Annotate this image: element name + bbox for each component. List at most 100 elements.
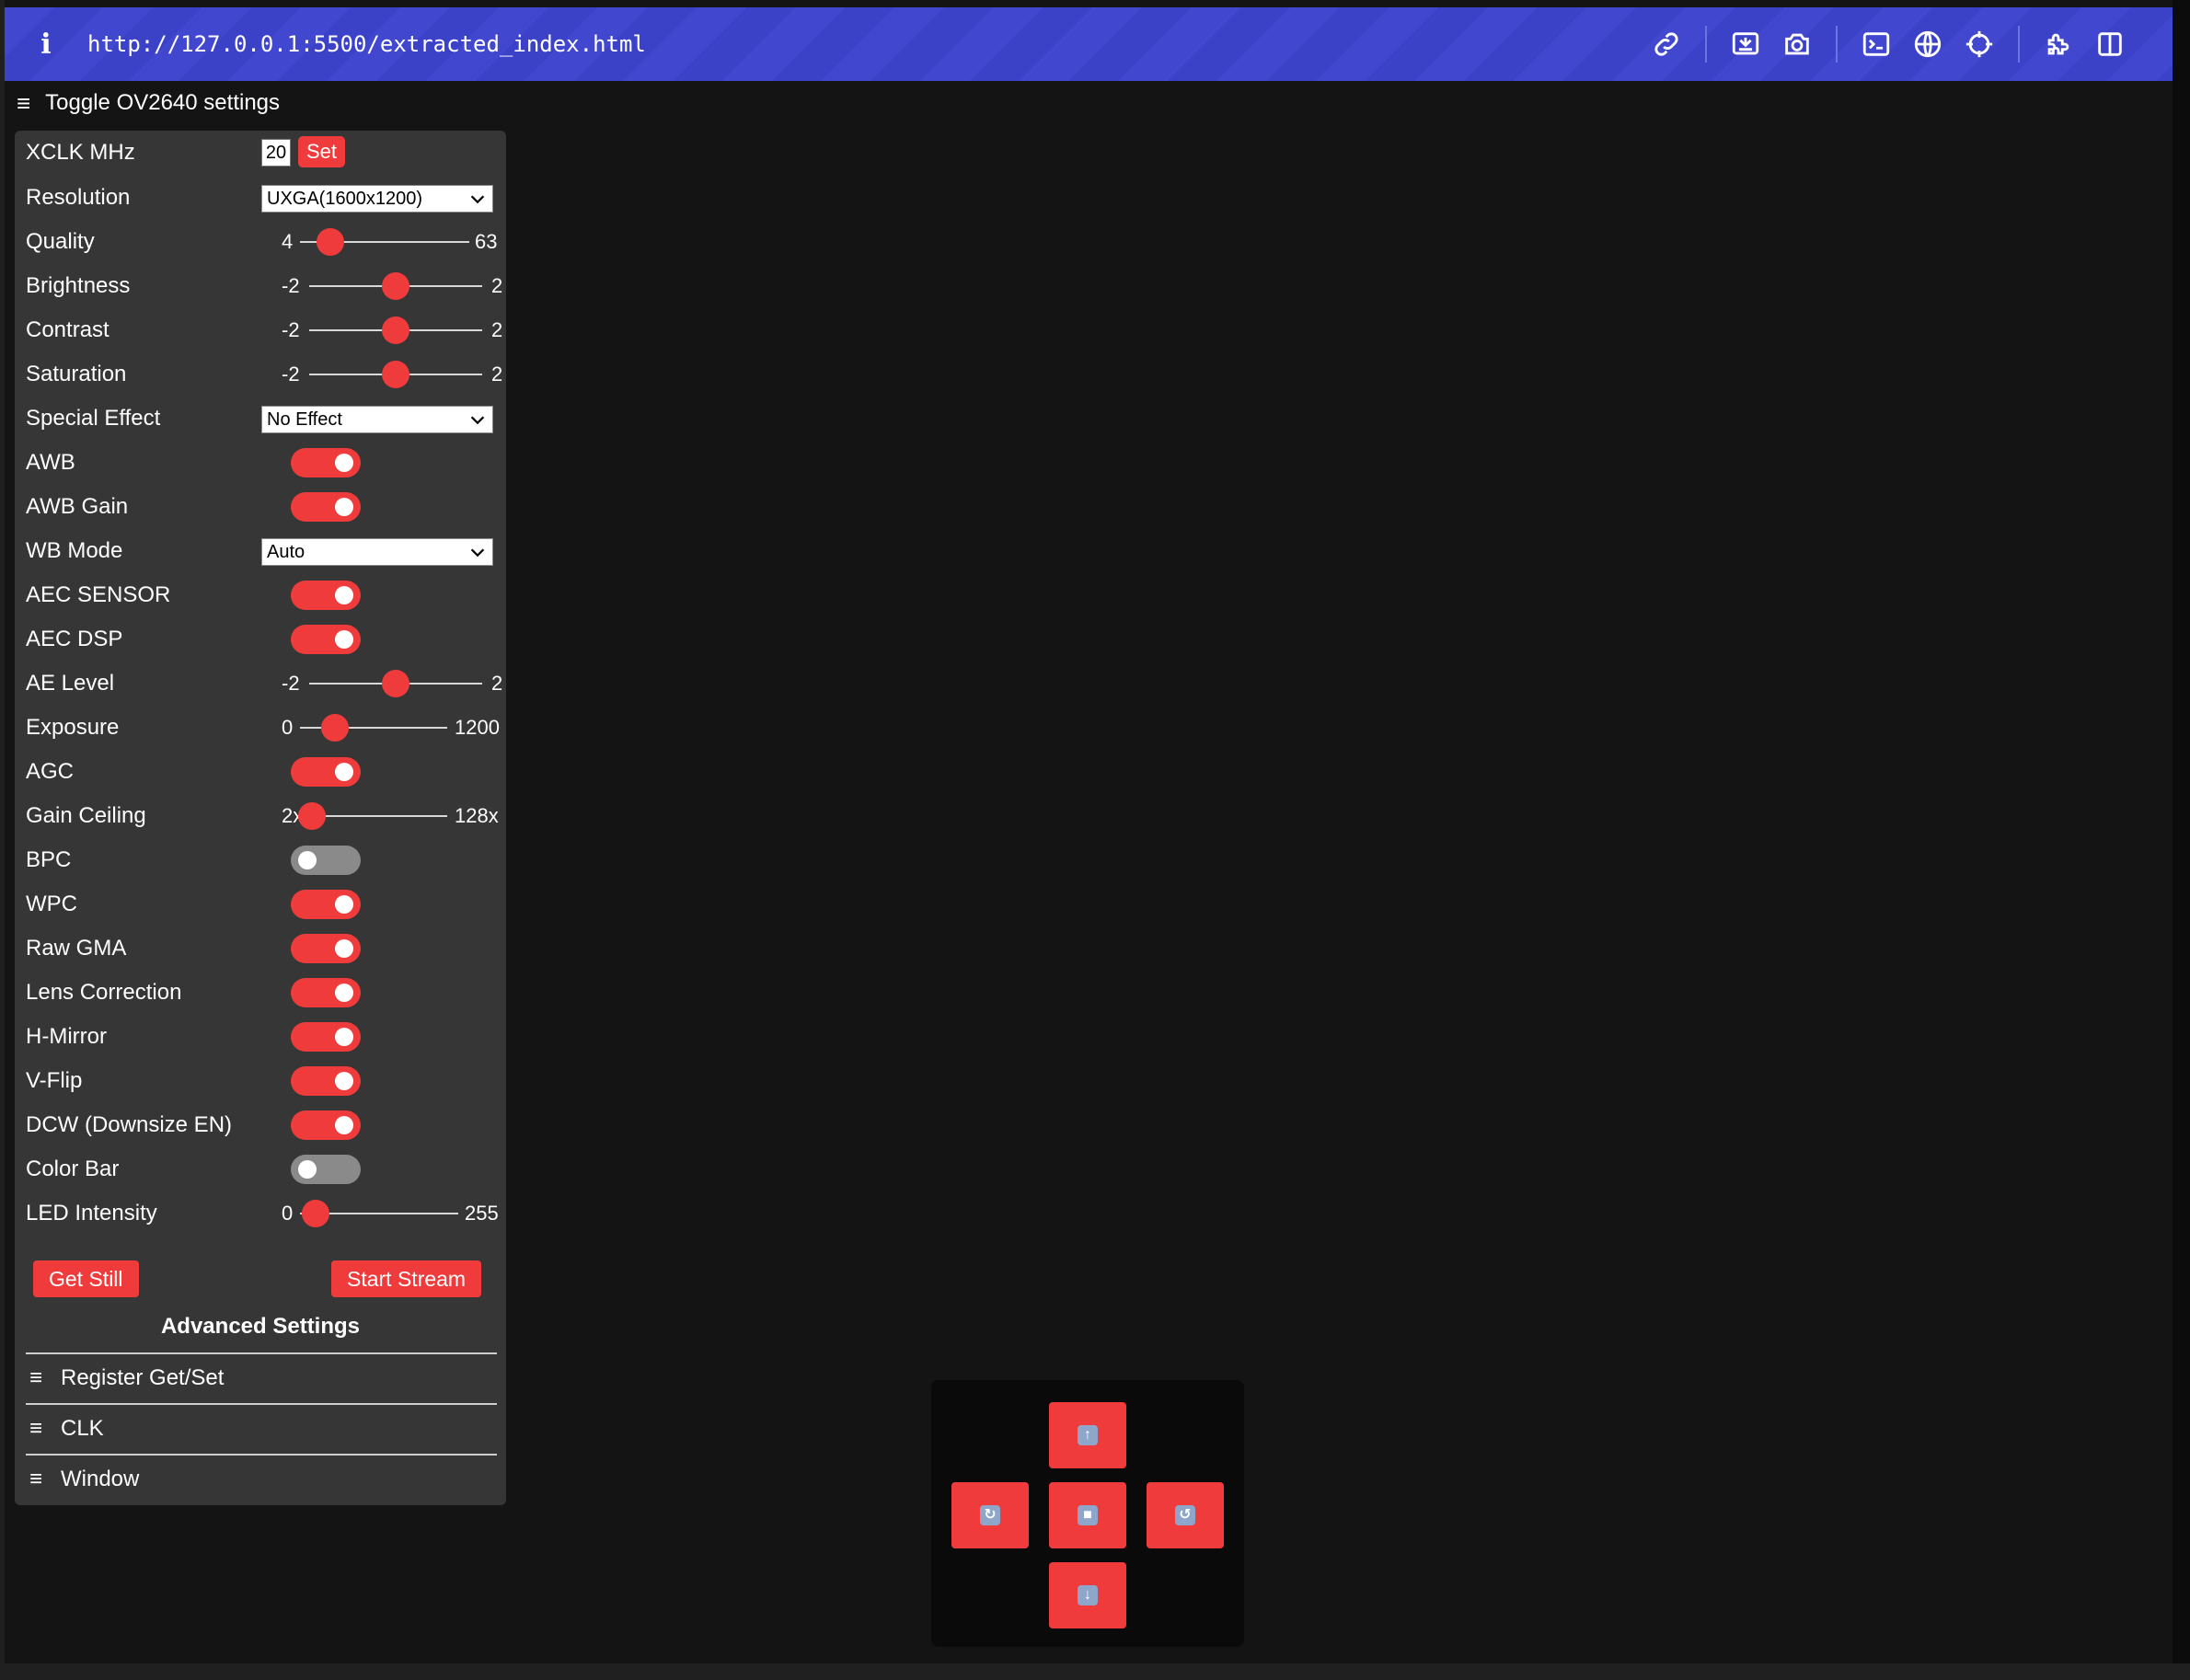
advanced-settings-heading: Advanced Settings bbox=[160, 1314, 361, 1339]
chevron-down-icon bbox=[470, 548, 485, 558]
toggle-settings-button[interactable]: ≡ Toggle OV2640 settings bbox=[17, 90, 280, 116]
raw-gma-toggle[interactable] bbox=[291, 934, 361, 963]
xclk-input[interactable]: 20 bbox=[261, 139, 291, 167]
menu-icon: ≡ bbox=[29, 1416, 43, 1441]
color-bar-label: Color Bar bbox=[26, 1156, 120, 1181]
agc-label: AGC bbox=[26, 759, 75, 784]
start-stream-button[interactable]: Start Stream bbox=[331, 1260, 482, 1297]
resolution-select[interactable]: UXGA(1600x1200) bbox=[261, 185, 493, 213]
rotate-right-button[interactable]: ↺ bbox=[1147, 1482, 1224, 1548]
aec-sensor-toggle[interactable] bbox=[291, 581, 361, 610]
exposure-row: Exposure 0 1200 bbox=[15, 706, 506, 750]
sidebar-icon[interactable] bbox=[2084, 7, 2136, 81]
brightness-min: -2 bbox=[282, 274, 300, 297]
toggle-knob bbox=[335, 1028, 353, 1046]
brightness-label: Brightness bbox=[26, 273, 131, 298]
globe-icon[interactable] bbox=[1902, 7, 1954, 81]
contrast-label: Contrast bbox=[26, 317, 110, 342]
wpc-toggle[interactable] bbox=[291, 890, 361, 919]
resolution-label: Resolution bbox=[26, 185, 131, 210]
special-effect-select[interactable]: No Effect bbox=[261, 406, 493, 433]
toggle-knob bbox=[335, 939, 353, 958]
h-mirror-label: H-Mirror bbox=[26, 1024, 107, 1049]
stop-icon: ■ bbox=[1078, 1505, 1098, 1525]
exposure-slider-thumb[interactable] bbox=[321, 714, 349, 742]
extensions-icon[interactable] bbox=[2033, 7, 2084, 81]
v-flip-toggle[interactable] bbox=[291, 1066, 361, 1096]
awb-gain-toggle[interactable] bbox=[291, 492, 361, 522]
link-icon[interactable] bbox=[1641, 7, 1692, 81]
info-icon[interactable]: i bbox=[5, 29, 87, 61]
raw-gma-label: Raw GMA bbox=[26, 936, 127, 961]
move-down-button[interactable]: ↓ bbox=[1049, 1562, 1126, 1628]
rotate-right-icon: ↺ bbox=[1175, 1505, 1195, 1525]
gain-ceiling-slider-track[interactable] bbox=[309, 815, 447, 817]
clk-toggle[interactable]: ≡ CLK bbox=[26, 1403, 497, 1453]
ae-level-max: 2 bbox=[491, 672, 503, 695]
saturation-slider-thumb[interactable] bbox=[382, 361, 409, 388]
h-mirror-toggle[interactable] bbox=[291, 1022, 361, 1052]
bpc-toggle[interactable] bbox=[291, 846, 361, 875]
quality-min: 4 bbox=[282, 230, 294, 253]
bpc-row: BPC bbox=[15, 838, 506, 882]
window-label: Window bbox=[61, 1467, 140, 1491]
agc-row: AGC bbox=[15, 750, 506, 794]
brightness-row: Brightness -2 2 bbox=[15, 264, 506, 308]
toggle-knob bbox=[335, 1072, 353, 1090]
get-still-button[interactable]: Get Still bbox=[33, 1260, 139, 1297]
aec-sensor-label: AEC SENSOR bbox=[26, 582, 171, 607]
gain-ceiling-slider-thumb[interactable] bbox=[298, 802, 326, 830]
toggle-knob bbox=[298, 851, 317, 869]
dcw-toggle[interactable] bbox=[291, 1110, 361, 1140]
exposure-max: 1200 bbox=[455, 716, 500, 739]
toolbar-divider bbox=[2018, 26, 2020, 63]
ae-level-slider-thumb[interactable] bbox=[382, 670, 409, 697]
window-toggle[interactable]: ≡ Window bbox=[26, 1454, 497, 1503]
special-effect-value: No Effect bbox=[267, 409, 342, 430]
toggle-settings-label: Toggle OV2640 settings bbox=[45, 90, 281, 115]
wb-mode-select[interactable]: Auto bbox=[261, 538, 493, 566]
gain-ceiling-row: Gain Ceiling 2x 128x bbox=[15, 794, 506, 838]
quality-slider-thumb[interactable] bbox=[317, 228, 344, 256]
crosshair-icon[interactable] bbox=[1954, 7, 2005, 81]
v-flip-label: V-Flip bbox=[26, 1068, 83, 1093]
lens-correction-toggle[interactable] bbox=[291, 978, 361, 1007]
led-intensity-row: LED Intensity 0 255 bbox=[15, 1191, 506, 1236]
rotate-left-button[interactable]: ↻ bbox=[951, 1482, 1029, 1548]
saturation-max: 2 bbox=[491, 362, 503, 385]
exposure-label: Exposure bbox=[26, 715, 120, 740]
menu-icon: ≡ bbox=[17, 89, 31, 117]
ae-level-min: -2 bbox=[282, 672, 300, 695]
h-mirror-row: H-Mirror bbox=[15, 1015, 506, 1059]
register-get-set-label: Register Get/Set bbox=[61, 1365, 225, 1390]
resolution-row: Resolution UXGA(1600x1200) bbox=[15, 176, 506, 220]
lens-correction-row: Lens Correction bbox=[15, 971, 506, 1015]
toolbar-divider bbox=[1705, 26, 1707, 63]
color-bar-toggle[interactable] bbox=[291, 1155, 361, 1184]
special-effect-row: Special Effect No Effect bbox=[15, 397, 506, 441]
awb-toggle[interactable] bbox=[291, 448, 361, 478]
quality-label: Quality bbox=[26, 229, 95, 254]
ae-level-label: AE Level bbox=[26, 671, 115, 696]
url-display[interactable]: http://127.0.0.1:5500/extracted_index.ht… bbox=[87, 31, 646, 57]
direction-pad: ↑ ↻ ■ ↺ ↓ bbox=[931, 1380, 1244, 1647]
move-up-button[interactable]: ↑ bbox=[1049, 1402, 1126, 1468]
xclk-set-button[interactable]: Set bbox=[298, 136, 346, 167]
led-intensity-slider-thumb[interactable] bbox=[302, 1200, 329, 1227]
stop-button[interactable]: ■ bbox=[1049, 1482, 1126, 1548]
toggle-knob bbox=[335, 895, 353, 914]
brightness-slider-thumb[interactable] bbox=[382, 272, 409, 300]
led-intensity-max: 255 bbox=[465, 1202, 499, 1225]
terminal-icon[interactable] bbox=[1850, 7, 1902, 81]
wb-mode-value: Auto bbox=[267, 542, 305, 562]
contrast-slider-thumb[interactable] bbox=[382, 316, 409, 344]
clk-label: CLK bbox=[61, 1416, 104, 1441]
dcw-row: DCW (Downsize EN) bbox=[15, 1103, 506, 1147]
register-get-set-toggle[interactable]: ≡ Register Get/Set bbox=[26, 1352, 497, 1402]
agc-toggle[interactable] bbox=[291, 757, 361, 787]
camera-icon[interactable] bbox=[1771, 7, 1823, 81]
aec-dsp-toggle[interactable] bbox=[291, 625, 361, 654]
screenshot-icon[interactable] bbox=[1720, 7, 1771, 81]
up-arrow-icon: ↑ bbox=[1078, 1425, 1098, 1445]
gain-ceiling-label: Gain Ceiling bbox=[26, 803, 146, 828]
